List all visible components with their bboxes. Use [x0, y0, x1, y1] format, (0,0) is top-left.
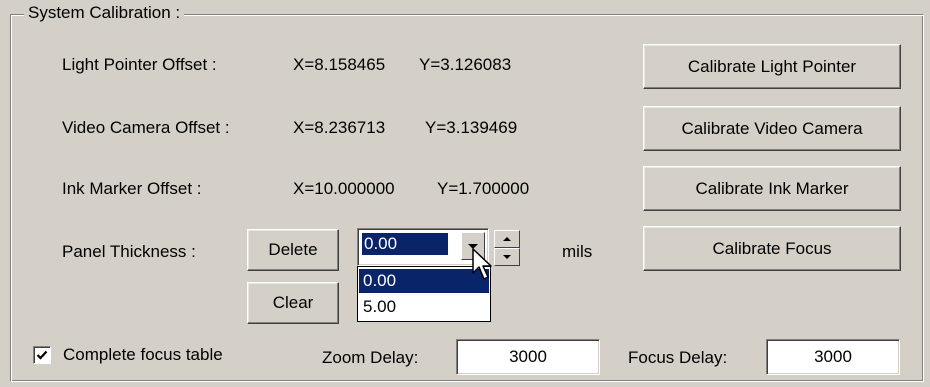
arrow-up-icon[interactable] — [494, 230, 520, 248]
panel-thickness-combobox[interactable]: 0.00 — [357, 228, 489, 266]
dropdown-option-1[interactable]: 5.00 — [359, 295, 489, 319]
zoom-delay-input[interactable]: 3000 — [456, 339, 600, 375]
zoom-delay-label: Zoom Delay: — [322, 348, 419, 367]
ink-marker-offset-label: Ink Marker Offset : — [62, 179, 202, 198]
delete-button[interactable]: Delete — [247, 229, 339, 271]
calibrate-video-camera-button[interactable]: Calibrate Video Camera — [643, 106, 901, 151]
video-camera-offset-label: Video Camera Offset : — [62, 118, 230, 137]
check-icon — [36, 350, 48, 360]
thickness-unit-label: mils — [562, 242, 593, 261]
dropdown-option-0[interactable]: 0.00 — [359, 269, 489, 293]
panel-thickness-dropdown-list[interactable]: 0.00 5.00 — [357, 266, 491, 322]
video-camera-offset-x: X=8.236713 — [293, 118, 386, 137]
focus-delay-input[interactable]: 3000 — [766, 339, 900, 375]
complete-focus-table-checkbox[interactable] — [33, 346, 51, 364]
calibrate-ink-marker-button[interactable]: Calibrate Ink Marker — [643, 166, 901, 211]
focus-delay-label: Focus Delay: — [628, 348, 728, 367]
video-camera-offset-y: Y=3.139469 — [425, 118, 518, 137]
ink-marker-offset-y: Y=1.700000 — [437, 179, 530, 198]
panel-thickness-value[interactable]: 0.00 — [361, 232, 449, 256]
clear-button[interactable]: Clear — [247, 282, 339, 324]
mouse-pointer-icon — [472, 248, 492, 280]
ink-marker-offset-x: X=10.000000 — [293, 179, 395, 198]
panel-thickness-spinner[interactable] — [494, 230, 520, 266]
complete-focus-table-label: Complete focus table — [63, 345, 223, 364]
light-pointer-offset-y: Y=3.126083 — [419, 55, 512, 74]
light-pointer-offset-x: X=8.158465 — [293, 55, 386, 74]
calibrate-light-pointer-button[interactable]: Calibrate Light Pointer — [643, 44, 901, 89]
calibrate-focus-button[interactable]: Calibrate Focus — [643, 226, 901, 271]
light-pointer-offset-label: Light Pointer Offset : — [62, 55, 217, 74]
panel-thickness-label: Panel Thickness : — [62, 242, 196, 261]
arrow-down-icon[interactable] — [494, 248, 520, 266]
group-title: System Calibration : — [24, 3, 185, 23]
